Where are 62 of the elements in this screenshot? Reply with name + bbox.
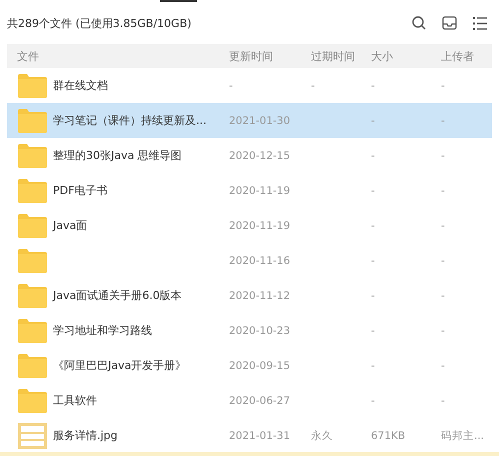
size-cell-text: - — [371, 290, 376, 302]
folder-icon — [18, 388, 47, 412]
file-name: 《阿里巴巴Java开发手册》 — [53, 358, 188, 373]
folder-icon — [18, 108, 47, 132]
uploader-cell-text: - — [441, 184, 446, 196]
file-name: Java面 — [53, 218, 88, 233]
file-row[interactable]: 学习笔记（课件）持续更新及... 2021-01-30 - - — [7, 103, 492, 138]
folder-icon — [18, 248, 47, 272]
folder-icon — [18, 74, 47, 98]
updated-date: - — [229, 80, 234, 92]
search-icon[interactable] — [412, 16, 426, 30]
file-name: 工具软件 — [53, 393, 98, 408]
uploader-cell-text: - — [441, 360, 446, 372]
uploader-cell-text: - — [441, 150, 446, 162]
image-file-icon — [18, 422, 47, 448]
inbox-icon[interactable] — [442, 16, 457, 30]
file-name: PDF电子书 — [53, 183, 108, 198]
updated-date: 2021-01-31 — [229, 430, 292, 442]
folder-icon — [18, 318, 47, 342]
updated-date: 2020-11-16 — [229, 254, 292, 266]
uploader-cell-text: - — [441, 324, 446, 336]
file-name: 学习地址和学习路线 — [53, 323, 153, 338]
file-name: 服务详情.jpg — [53, 428, 119, 443]
updated-date: 2020-09-15 — [229, 360, 292, 372]
uploader-cell-text: - — [441, 80, 446, 92]
folder-icon — [18, 178, 47, 202]
list-view-icon[interactable] — [473, 16, 487, 30]
size-cell-text: - — [371, 150, 376, 162]
folder-icon — [18, 354, 47, 378]
uploader-cell-text: - — [441, 114, 446, 126]
file-name: 整理的30张Java 思维导图 — [53, 148, 183, 163]
updated-date: 2020-11-19 — [229, 184, 292, 196]
file-summary: 共289个文件 (已使用3.85GB/10GB) — [7, 16, 192, 30]
updated-date: 2020-10-23 — [229, 324, 292, 336]
updated-date: 2021-01-30 — [229, 114, 292, 126]
active-tab-indicator — [160, 0, 197, 2]
file-name: Java面试通关手册6.0版本 — [53, 288, 183, 303]
size-cell-text: - — [371, 324, 376, 336]
uploader-cell-text: 码邦主... — [441, 428, 486, 442]
folder-icon — [18, 284, 47, 308]
updated-date: 2020-11-19 — [229, 220, 292, 232]
file-name: 学习笔记（课件）持续更新及... — [53, 113, 208, 128]
size-cell-text: - — [371, 184, 376, 196]
file-name: 群在线文档 — [53, 78, 109, 93]
size-cell-text: 671KB — [371, 430, 406, 442]
uploader-cell-text: - — [441, 394, 446, 406]
size-cell-text: - — [371, 220, 376, 232]
updated-date: 2020-06-27 — [229, 394, 292, 406]
updated-date: 2020-12-15 — [229, 150, 292, 162]
size-cell-text: - — [371, 360, 376, 372]
expiry-cell-text: 永久 — [311, 428, 334, 442]
size-cell-text: - — [371, 114, 376, 126]
expiry-cell-text: - — [311, 80, 316, 92]
uploader-cell-text: - — [441, 290, 446, 302]
uploader-cell-text: - — [441, 220, 446, 232]
folder-icon — [18, 214, 47, 238]
size-cell-text: - — [371, 80, 376, 92]
uploader-cell-text: - — [441, 254, 446, 266]
folder-icon — [18, 144, 47, 168]
size-cell-text: - — [371, 254, 376, 266]
updated-date: 2020-11-12 — [229, 290, 292, 302]
size-cell-text: - — [371, 394, 376, 406]
